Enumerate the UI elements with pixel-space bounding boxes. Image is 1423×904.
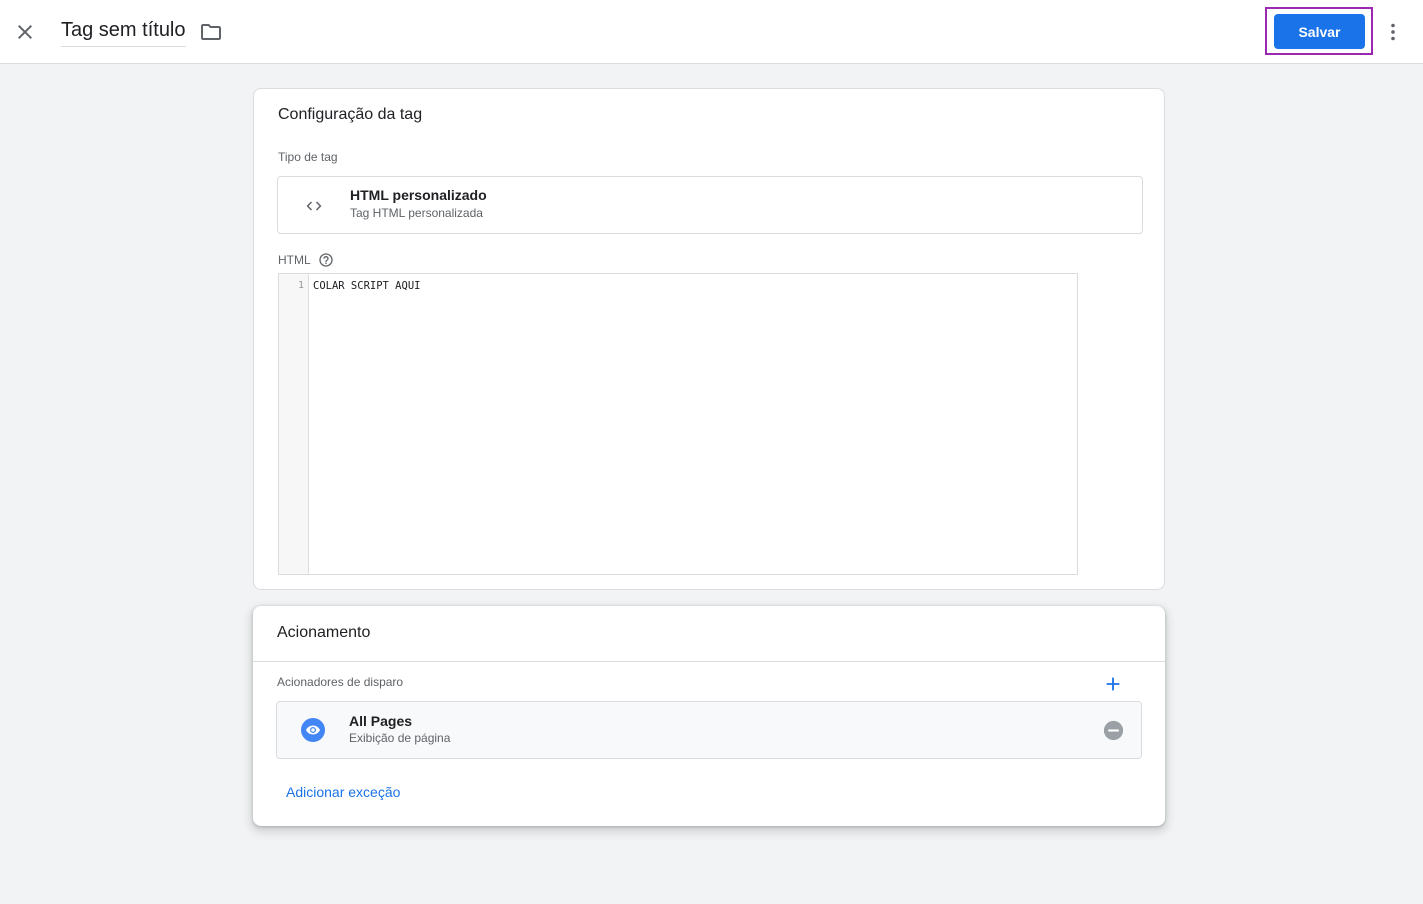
triggering-title: Acionamento: [277, 624, 371, 641]
tag-title[interactable]: Tag sem título: [61, 19, 186, 47]
close-icon[interactable]: [13, 20, 37, 44]
triggering-card: Acionamento Acionadores de disparo All P…: [253, 606, 1165, 826]
tag-config-title: Configuração da tag: [278, 106, 423, 123]
code-icon: [302, 194, 326, 218]
html-label-row: HTML: [278, 252, 334, 268]
editor-gutter: 1: [279, 274, 309, 574]
plus-icon[interactable]: [1102, 673, 1124, 695]
top-bar: Tag sem título Salvar: [0, 0, 1423, 64]
help-icon[interactable]: [318, 252, 334, 268]
tag-type-description: Tag HTML personalizada: [350, 206, 483, 220]
tag-type-selector[interactable]: HTML personalizado Tag HTML personalizad…: [277, 176, 1143, 234]
code-line[interactable]: COLAR SCRIPT AQUI: [313, 280, 420, 292]
tag-configuration-card: Configuração da tag Tipo de tag HTML per…: [253, 88, 1165, 590]
trigger-item-all-pages[interactable]: All Pages Exibição de página: [276, 701, 1142, 759]
remove-circle-icon[interactable]: [1103, 720, 1124, 741]
tag-type-label: Tipo de tag: [278, 150, 338, 164]
more-vert-icon[interactable]: [1381, 20, 1405, 44]
html-label: HTML: [278, 253, 311, 267]
eye-icon: [301, 718, 325, 742]
divider: [253, 661, 1165, 662]
html-code-editor[interactable]: 1 COLAR SCRIPT AQUI: [278, 273, 1078, 575]
add-exception-link[interactable]: Adicionar exceção: [286, 784, 400, 800]
line-number: 1: [297, 280, 304, 291]
firing-triggers-label: Acionadores de disparo: [277, 675, 404, 689]
tag-type-name: HTML personalizado: [350, 187, 487, 203]
save-button[interactable]: Salvar: [1274, 14, 1365, 49]
folder-icon[interactable]: [199, 20, 223, 44]
trigger-description: Exibição de página: [349, 731, 451, 745]
trigger-name: All Pages: [349, 713, 413, 729]
